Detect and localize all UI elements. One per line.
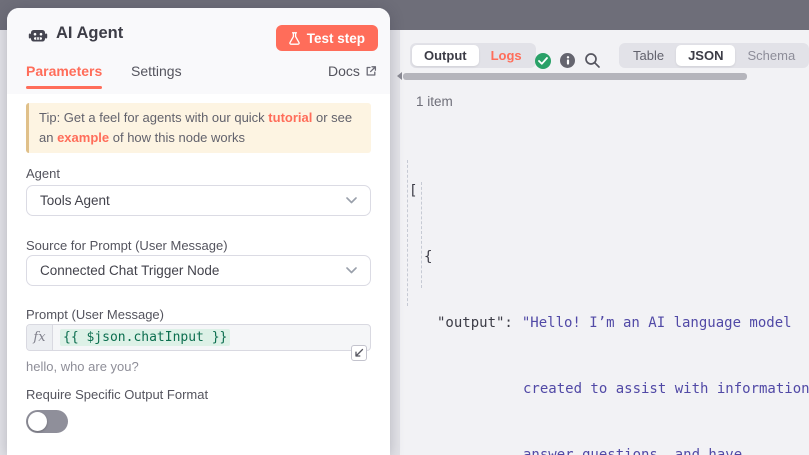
json-output-view[interactable]: [ { "output": "Hello! I’m an AI language … bbox=[409, 136, 809, 455]
json-indent-guide bbox=[407, 160, 408, 306]
tab-parameters[interactable]: Parameters bbox=[26, 63, 102, 79]
agent-select[interactable]: Tools Agent bbox=[26, 185, 371, 216]
toggle-knob bbox=[28, 412, 47, 431]
json-line: answer questions, and have bbox=[409, 444, 809, 455]
json-line: { bbox=[409, 246, 809, 268]
output-panel: Output Logs Table JSON Schema 1 item [ bbox=[400, 30, 809, 455]
tip-callout: Tip: Get a feel for agents with our quic… bbox=[26, 103, 371, 153]
output-toolbar-icons bbox=[535, 52, 601, 69]
json-line: [ bbox=[409, 180, 809, 202]
require-format-toggle[interactable] bbox=[26, 410, 68, 433]
node-header: AI Agent Test step Parameters Settings D… bbox=[7, 8, 390, 94]
flask-icon bbox=[289, 32, 300, 45]
success-check-icon bbox=[535, 53, 551, 69]
expression-preview: hello, who are you? bbox=[26, 359, 139, 374]
tutorial-link[interactable]: tutorial bbox=[268, 110, 312, 125]
format-tabgroup: Table JSON Schema bbox=[619, 43, 809, 68]
tab-json[interactable]: JSON bbox=[676, 45, 735, 66]
tab-settings[interactable]: Settings bbox=[131, 63, 182, 79]
scrollbar-left-arrow[interactable] bbox=[397, 72, 402, 80]
tab-output[interactable]: Output bbox=[412, 45, 479, 66]
expand-expression-button[interactable] bbox=[351, 345, 367, 361]
robot-icon bbox=[28, 25, 48, 45]
horizontal-scrollbar-thumb[interactable] bbox=[403, 73, 747, 80]
node-tabs: Parameters Settings Docs bbox=[7, 60, 390, 94]
node-settings-card: AI Agent Test step Parameters Settings D… bbox=[7, 8, 390, 455]
tab-logs[interactable]: Logs bbox=[479, 45, 534, 66]
node-title: AI Agent bbox=[56, 24, 123, 43]
json-line: "output": "Hello! I’m an AI language mode… bbox=[409, 312, 809, 334]
chevron-down-icon bbox=[346, 197, 357, 204]
app-window: Output Logs Table JSON Schema 1 item [ bbox=[0, 0, 809, 455]
source-field-label: Source for Prompt (User Message) bbox=[26, 238, 228, 253]
output-logs-tabgroup: Output Logs bbox=[410, 43, 536, 68]
source-select[interactable]: Connected Chat Trigger Node bbox=[26, 255, 371, 286]
chevron-down-icon bbox=[346, 267, 357, 274]
require-format-label: Require Specific Output Format bbox=[26, 387, 208, 402]
json-string-value: "Hello! I’m an AI language model bbox=[522, 315, 792, 331]
json-line: created to assist with information bbox=[409, 378, 809, 400]
fx-badge: fx bbox=[27, 325, 53, 350]
items-count: 1 item bbox=[416, 94, 453, 109]
tab-schema[interactable]: Schema bbox=[735, 45, 807, 66]
json-key: "output": bbox=[437, 315, 513, 331]
tab-table[interactable]: Table bbox=[621, 45, 676, 66]
expression-text: {{ $json.chatInput }} bbox=[60, 329, 230, 346]
external-link-icon bbox=[365, 65, 377, 77]
parameters-body: Tip: Get a feel for agents with our quic… bbox=[7, 94, 390, 455]
example-link[interactable]: example bbox=[57, 130, 109, 145]
info-icon[interactable] bbox=[560, 53, 575, 68]
test-step-button[interactable]: Test step bbox=[276, 25, 378, 51]
docs-link[interactable]: Docs bbox=[328, 63, 377, 79]
search-icon[interactable] bbox=[584, 52, 601, 69]
agent-field-label: Agent bbox=[26, 166, 60, 181]
prompt-expression-field[interactable]: fx {{ $json.chatInput }} bbox=[26, 324, 371, 351]
prompt-field-label: Prompt (User Message) bbox=[26, 307, 164, 322]
